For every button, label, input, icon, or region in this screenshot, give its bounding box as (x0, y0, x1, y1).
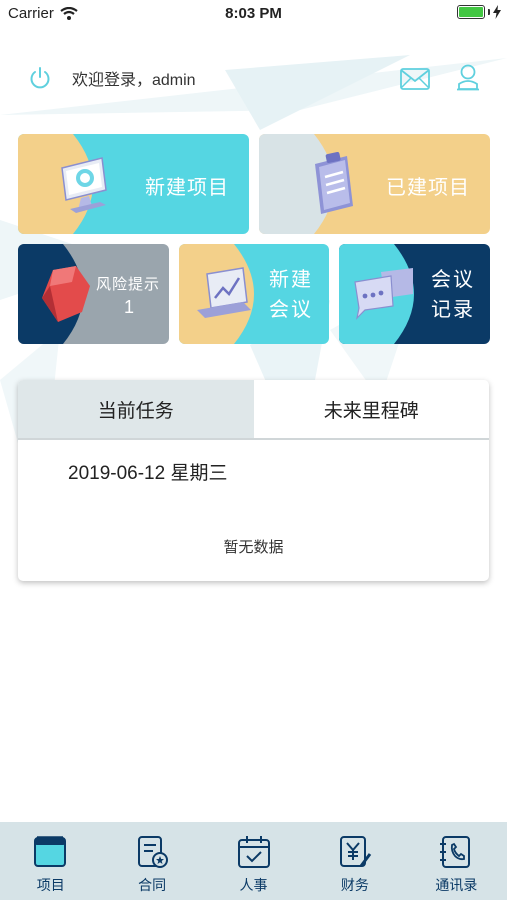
new-meeting-label: 新建 会议 (269, 265, 313, 325)
tab-current-tasks[interactable]: 当前任务 (18, 380, 254, 438)
risk-alert-count: 1 (124, 297, 136, 317)
new-meeting-tile[interactable]: 新建 会议 (179, 244, 329, 344)
new-meeting-line1: 新建 (269, 269, 313, 291)
meeting-records-tile[interactable]: 会议 记录 (339, 244, 490, 344)
mail-icon[interactable] (400, 68, 430, 90)
empty-state-text: 暂无数据 (223, 539, 284, 556)
battery-fill (459, 7, 483, 17)
clipboard-icon (315, 152, 353, 214)
project-icon (33, 836, 66, 867)
welcome-text: 欢迎登录，admin (72, 72, 196, 89)
header: 欢迎登录，admin (0, 58, 507, 98)
nav-label-contract: 合同 (138, 877, 167, 893)
charging-bolt-icon (493, 5, 501, 19)
status-bar: Carrier 8:03 PM (0, 0, 507, 28)
user-profile-icon[interactable] (456, 63, 480, 91)
nav-item-contract[interactable]: 合同 (101, 822, 202, 900)
task-date: 2019-06-12 星期三 (68, 463, 228, 484)
nav-item-project[interactable]: 项目 (0, 822, 101, 900)
monitor-chart-icon (61, 157, 107, 213)
new-project-label: 新建项目 (145, 177, 229, 199)
task-tabs: 当前任务 未来里程碑 (18, 380, 489, 440)
nav-item-contacts[interactable]: 通讯录 (406, 822, 507, 900)
existing-project-tile[interactable]: 已建项目 (259, 134, 490, 234)
nav-item-personnel[interactable]: 人事 (203, 822, 304, 900)
nav-label-personnel: 人事 (239, 877, 268, 893)
meeting-records-line2: 记录 (431, 299, 475, 321)
battery-tip (488, 9, 490, 15)
meeting-records-label: 会议 记录 (431, 265, 475, 325)
finance-icon (339, 836, 372, 867)
task-card: 当前任务 未来里程碑 2019-06-12 星期三 暂无数据 (18, 380, 489, 581)
gem-warning-icon (42, 266, 90, 322)
risk-alert-label: 风险提示 (96, 276, 161, 293)
new-meeting-line2: 会议 (269, 299, 313, 321)
nav-label-contacts: 通讯录 (435, 877, 478, 893)
nav-item-finance[interactable]: 财务 (304, 822, 405, 900)
risk-alert-tile[interactable]: 风险提示 1 (18, 244, 169, 344)
new-project-tile[interactable]: 新建项目 (18, 134, 249, 234)
contacts-icon (440, 836, 471, 868)
tab-future-milestones[interactable]: 未来里程碑 (254, 380, 490, 438)
nav-label-finance: 财务 (340, 877, 369, 893)
contract-icon (138, 836, 169, 868)
chat-bubbles-icon (354, 268, 413, 320)
bottom-nav: 项目 合同 人事 财务 通讯录 (0, 822, 507, 900)
calendar-icon (237, 836, 270, 868)
battery-indicator (457, 5, 501, 19)
clock: 8:03 PM (225, 5, 282, 22)
chart-board-icon (197, 267, 251, 318)
meeting-records-line1: 会议 (431, 269, 475, 291)
nav-label-project: 项目 (36, 877, 65, 893)
power-icon[interactable] (28, 66, 52, 90)
battery-icon (457, 5, 485, 19)
existing-project-label: 已建项目 (386, 177, 470, 199)
